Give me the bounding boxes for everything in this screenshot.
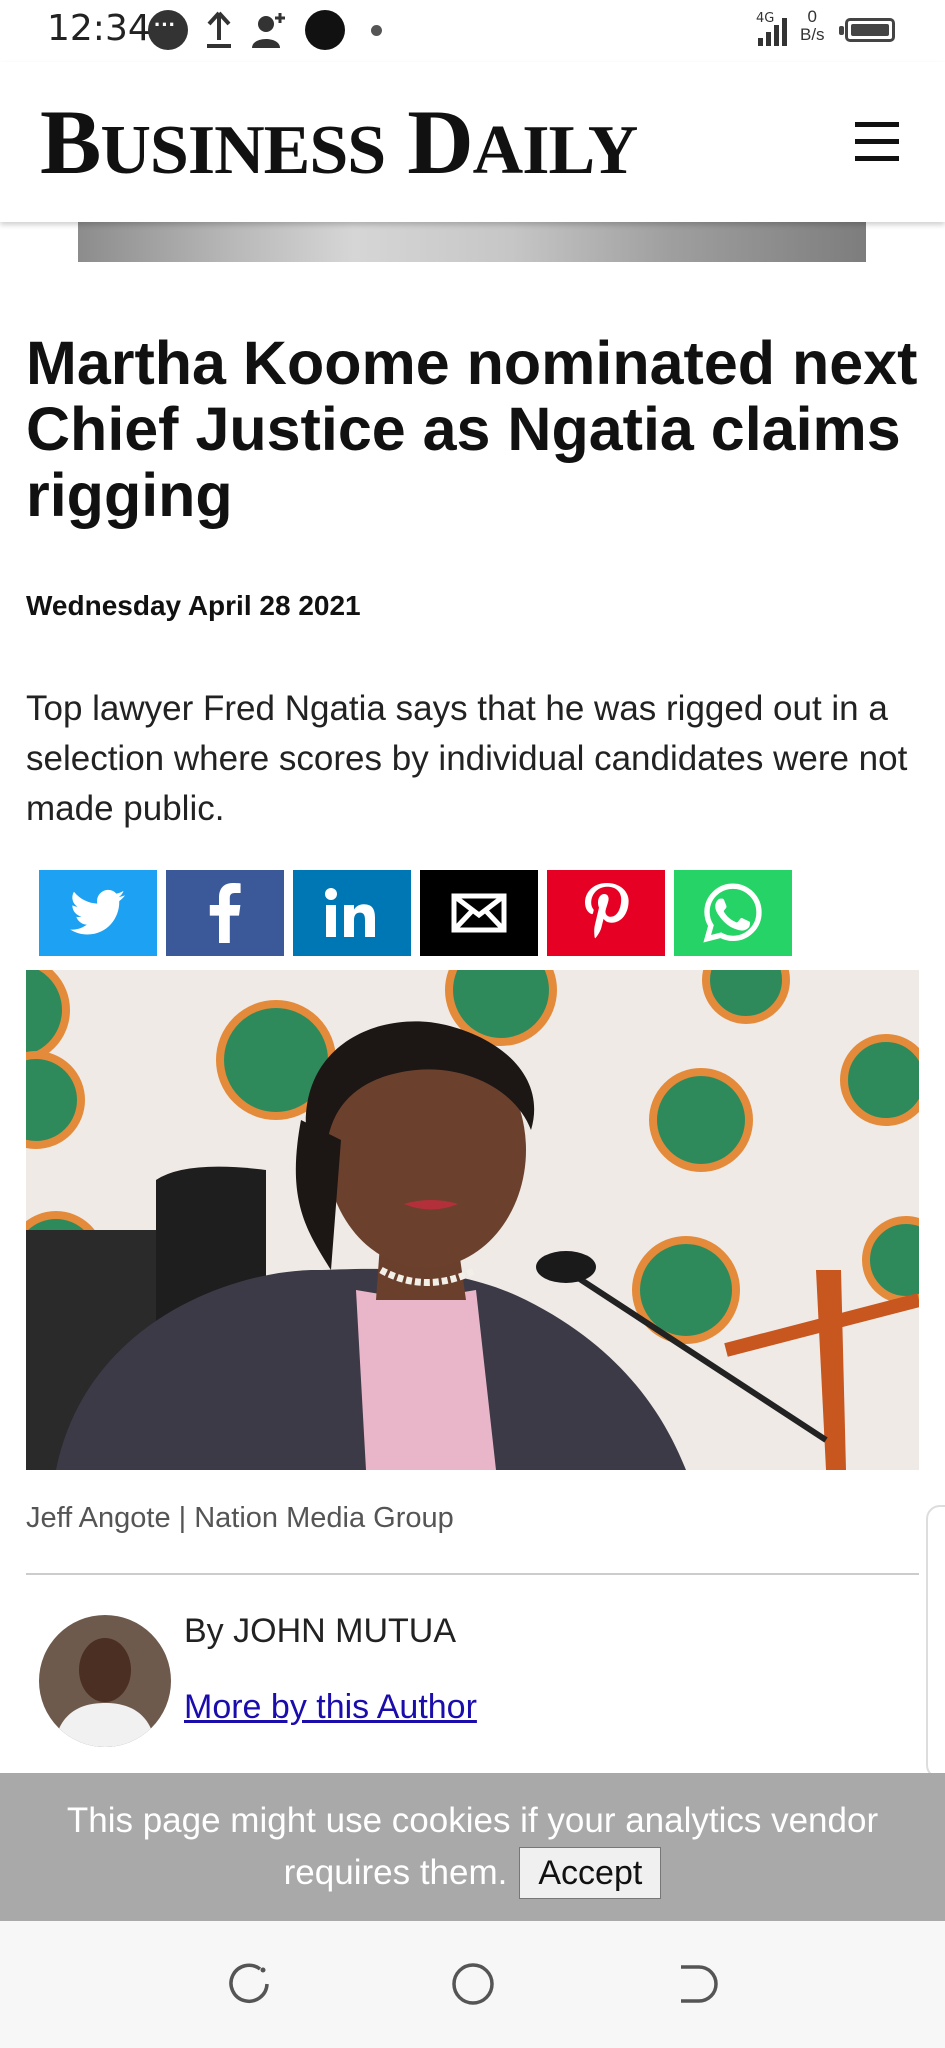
site-logo[interactable]: BUSINESS DAILY	[40, 92, 638, 201]
site-header: BUSINESS DAILY	[0, 62, 945, 222]
recent-apps-icon[interactable]	[224, 1959, 274, 2009]
facebook-share-button[interactable]	[166, 870, 284, 956]
cookie-text: This page might use cookies if your anal…	[0, 1795, 945, 1899]
facebook-icon	[209, 883, 241, 943]
whatsapp-share-button[interactable]	[674, 870, 792, 956]
more-by-author-link[interactable]: More by this Author	[184, 1688, 477, 1727]
article-headline: Martha Koome nominated next Chief Justic…	[26, 329, 918, 529]
linkedin-icon	[325, 888, 375, 937]
signal-icon: 4G	[756, 11, 787, 46]
side-scroll-handle[interactable]	[926, 1505, 945, 1779]
svg-text:4G: 4G	[756, 11, 774, 26]
dot-icon	[305, 10, 345, 50]
divider	[26, 1573, 919, 1575]
article-date: Wednesday April 28 2021	[26, 590, 361, 621]
add-contact-icon	[252, 13, 285, 48]
twitter-share-button[interactable]	[39, 870, 157, 956]
cookie-banner: This page might use cookies if your anal…	[0, 1773, 945, 1921]
whatsapp-icon	[703, 883, 762, 943]
author-avatar[interactable]	[39, 1615, 171, 1747]
pinterest-icon	[585, 883, 629, 939]
cookie-text-line1: This page might use cookies if your anal…	[66, 1801, 879, 1840]
status-bar: 12:34 4G 0 B/s	[0, 0, 945, 60]
photo-illustration	[26, 970, 919, 1470]
top-image-strip	[78, 222, 866, 262]
back-icon[interactable]	[673, 1959, 723, 2009]
cookie-text-line2: requires them.	[283, 1853, 508, 1892]
upload-icon	[207, 11, 231, 48]
pinterest-share-button[interactable]	[547, 870, 665, 956]
system-nav-bar	[0, 1921, 945, 2048]
article-photo	[26, 970, 919, 1470]
email-share-button[interactable]	[420, 870, 538, 956]
twitter-icon	[70, 889, 126, 935]
accept-button[interactable]: Accept	[519, 1847, 662, 1899]
cookie-text-line2-row: requires them. Accept	[284, 1847, 662, 1899]
small-dot-icon	[371, 25, 382, 36]
status-time: 12:34	[47, 8, 151, 49]
author-byline: By JOHN MUTUA	[184, 1612, 456, 1650]
battery-icon	[839, 18, 895, 42]
email-icon	[451, 893, 507, 933]
photo-caption: Jeff Angote | Nation Media Group	[26, 1502, 454, 1534]
linkedin-share-button[interactable]	[293, 870, 411, 956]
hamburger-menu-icon[interactable]	[855, 122, 899, 162]
article-summary: Top lawyer Fred Ngatia says that he was …	[26, 689, 908, 828]
network-speed: 0 B/s	[800, 7, 825, 44]
chat-icon	[148, 10, 188, 50]
home-icon[interactable]	[448, 1959, 498, 2009]
avatar-illustration	[39, 1615, 171, 1747]
